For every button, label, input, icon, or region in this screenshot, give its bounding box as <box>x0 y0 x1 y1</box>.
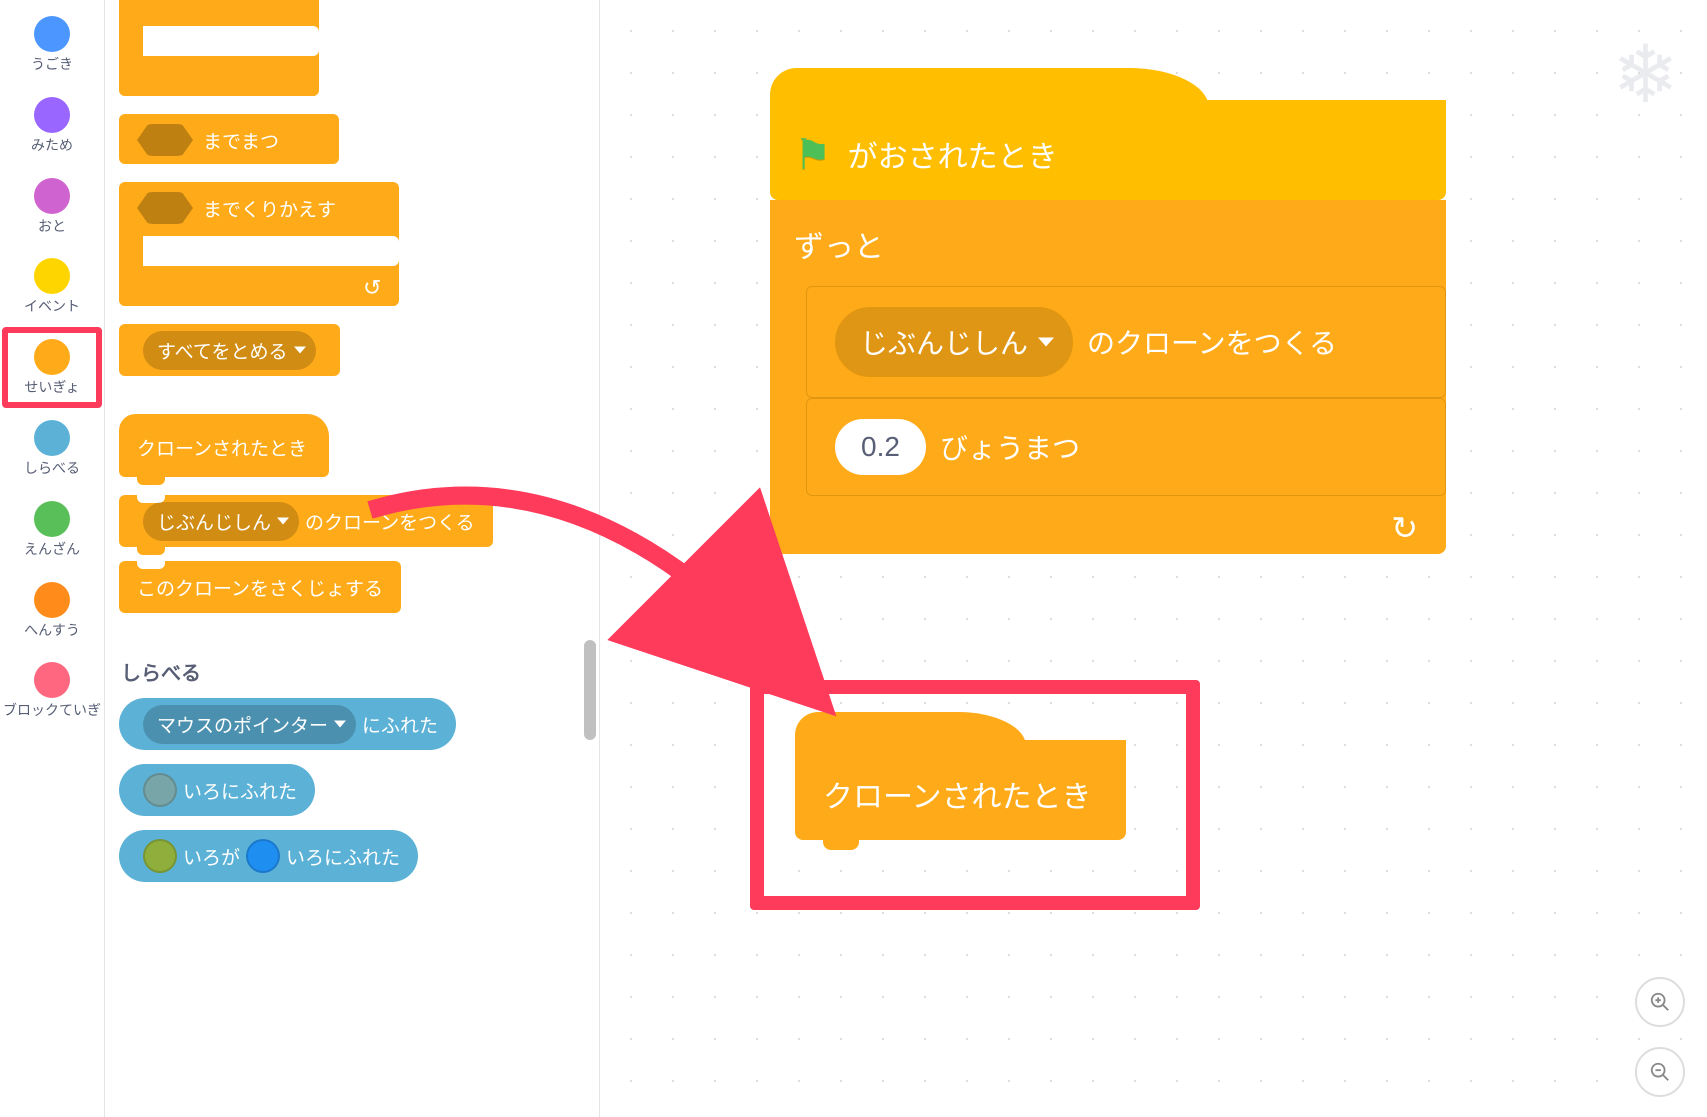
block-create-clone-instance[interactable]: じぶんじしん のクローンをつくる <box>806 286 1446 398</box>
block-wait-seconds[interactable]: 0.2 びょうまつ <box>806 398 1446 496</box>
zoom-in-icon <box>1649 991 1671 1013</box>
zoom-out-icon <box>1649 1061 1671 1083</box>
block-color-touching-color[interactable]: いろが いろにふれた <box>119 830 418 882</box>
stop-dropdown[interactable]: すべてをとめる <box>143 331 316 370</box>
block-when-clone[interactable]: クローンされたとき <box>119 414 329 477</box>
category-label: イベント <box>24 298 80 315</box>
category-myblocks[interactable]: ブロックていぎ <box>2 656 102 725</box>
block-label: クローンされたとき <box>823 781 1092 814</box>
category-label: ブロックていぎ <box>3 702 101 719</box>
loop-arrow-icon: ↻ <box>363 275 381 301</box>
clone-target-dropdown[interactable]: じぶんじしん <box>835 307 1073 377</box>
sensing-icon <box>34 420 70 456</box>
block-label: にふれた <box>362 711 438 738</box>
green-flag-icon: ⚑ <box>794 130 832 179</box>
block-label: のクローンをつくる <box>1087 322 1337 362</box>
color-input-a[interactable] <box>143 839 177 873</box>
category-control[interactable]: せいぎょ <box>2 327 102 408</box>
category-label: みため <box>31 137 73 154</box>
block-when-flag-clicked[interactable]: ⚑ がおされたとき <box>770 100 1446 200</box>
snowflake-icon: ❄ <box>1612 28 1679 121</box>
block-delete-clone[interactable]: このクローンをさくじょする <box>119 561 401 613</box>
touching-dropdown[interactable]: マウスのポインター <box>143 705 356 744</box>
category-label: しらべる <box>24 460 80 477</box>
zoom-in-button[interactable] <box>1635 977 1685 1027</box>
block-label: ずっと <box>794 231 884 264</box>
block-label: がおされたとき <box>848 132 1058 176</box>
category-label: へんすう <box>24 622 80 639</box>
control-icon <box>34 339 70 375</box>
category-sidebar: うごき みため おと イベント せいぎょ しらべる えんざん へんすう <box>0 0 105 1117</box>
color-input[interactable] <box>143 773 177 807</box>
category-operators[interactable]: えんざん <box>2 495 102 564</box>
block-repeat-until[interactable]: までくりかえす ↻ <box>119 182 399 306</box>
dropdown-label: じぶんじしん <box>157 508 271 535</box>
category-events[interactable]: イベント <box>2 252 102 321</box>
seconds-input[interactable]: 0.2 <box>835 419 926 475</box>
sound-icon <box>34 178 70 214</box>
block-when-clone-instance[interactable]: クローンされたとき <box>795 740 1126 840</box>
scratch-editor: うごき みため おと イベント せいぎょ しらべる えんざん へんすう <box>0 0 1707 1117</box>
block-stop-all[interactable]: すべてをとめる <box>119 324 340 376</box>
events-icon <box>34 258 70 294</box>
script-2[interactable]: クローンされたとき <box>795 740 1126 840</box>
script-1[interactable]: ⚑ がおされたとき ずっと じぶんじしん のクローンをつくる <box>770 100 1446 554</box>
section-title-sensing: しらべる <box>121 657 585 686</box>
dropdown-label: マウスのポインター <box>157 711 328 738</box>
block-label: このクローンをさくじょする <box>137 574 383 601</box>
block-wait-until[interactable]: までまつ <box>119 114 339 164</box>
category-sensing[interactable]: しらべる <box>2 414 102 483</box>
bool-input-slot[interactable] <box>137 124 193 156</box>
category-variables[interactable]: へんすう <box>2 576 102 645</box>
block-label: いろにふれた <box>286 843 400 870</box>
block-forever[interactable]: ずっと じぶんじしん のクローンをつくる 0.2 びょうまつ <box>770 200 1446 554</box>
category-label: せいぎょ <box>24 379 79 396</box>
clone-target-dropdown[interactable]: じぶんじしん <box>143 502 299 541</box>
block-if-else-partial[interactable] <box>119 0 319 96</box>
dropdown-label: すべてをとめる <box>157 337 288 364</box>
category-label: えんざん <box>24 541 80 558</box>
category-label: うごき <box>31 56 73 73</box>
block-touching-color[interactable]: いろにふれた <box>119 764 315 816</box>
palette-scrollbar[interactable] <box>584 640 596 740</box>
category-sound[interactable]: おと <box>2 172 102 241</box>
block-label: びょうまつ <box>940 427 1080 467</box>
block-palette[interactable]: までまつ までくりかえす ↻ すべてをとめる クローンされたとき <box>105 0 600 1117</box>
block-label: までくりかえす <box>203 195 336 222</box>
myblocks-icon <box>34 662 70 698</box>
color-input-b[interactable] <box>246 839 280 873</box>
category-label: おと <box>38 218 66 235</box>
bool-input-slot[interactable] <box>137 192 193 224</box>
block-label: いろが <box>183 843 240 870</box>
looks-icon <box>34 97 70 133</box>
script-canvas[interactable]: ❄ ⚑ がおされたとき ずっと じぶんじしん <box>600 0 1707 1117</box>
block-label: のクローンをつくる <box>305 508 475 535</box>
zoom-out-button[interactable] <box>1635 1047 1685 1097</box>
loop-arrow-icon: ↻ <box>1391 509 1418 547</box>
category-motion[interactable]: うごき <box>2 10 102 79</box>
block-label: までまつ <box>203 127 279 154</box>
dropdown-label: じぶんじしん <box>860 322 1028 362</box>
motion-icon <box>34 16 70 52</box>
block-label: いろにふれた <box>183 777 297 804</box>
operators-icon <box>34 501 70 537</box>
category-looks[interactable]: みため <box>2 91 102 160</box>
block-create-clone[interactable]: じぶんじしん のクローンをつくる <box>119 495 493 547</box>
variables-icon <box>34 582 70 618</box>
block-label: クローンされたとき <box>137 439 307 460</box>
block-touching-object[interactable]: マウスのポインター にふれた <box>119 698 456 750</box>
